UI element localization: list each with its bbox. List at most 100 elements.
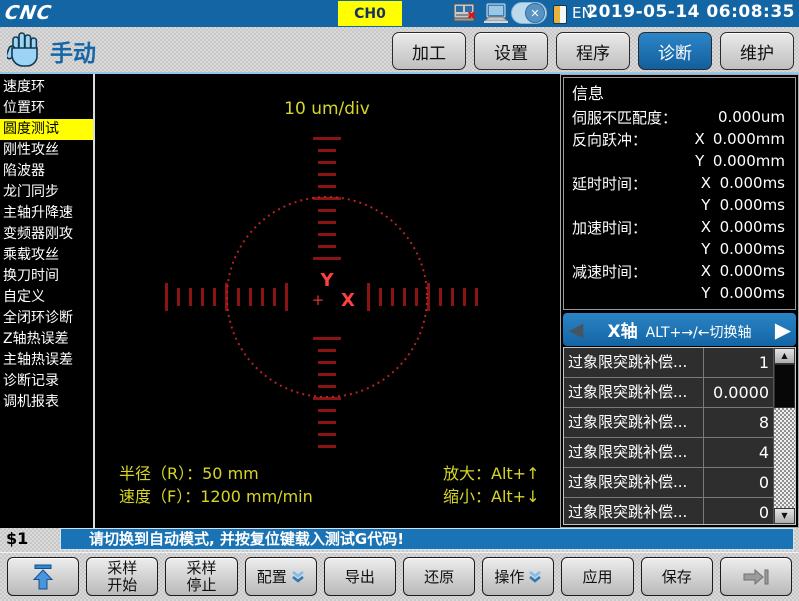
reference-circle: [227, 197, 427, 397]
scroll-down-icon: ▼: [781, 511, 787, 520]
sidebar-item-diagnosis-record[interactable]: 诊断记录: [0, 371, 93, 392]
plot-parameters: 半径（R）：50 mm 速度（F）：1200 mm/min: [119, 462, 313, 508]
info-row: 伺服不匹配度：0.000um: [572, 106, 787, 128]
status-message: 请切换到自动模式, 并按复位键载入测试G代码!: [60, 528, 794, 550]
mode-bar: 手动 加工 设置 程序 诊断 维护: [0, 27, 799, 74]
feedrate-readout: 速度（F）：1200 mm/min: [119, 485, 313, 508]
tab-program[interactable]: 程序: [556, 32, 630, 70]
sidebar-item-notch-filter[interactable]: 陷波器: [0, 161, 93, 182]
brand-logo: CNC: [3, 2, 54, 24]
param-rows: 过象限突跳补偿...1 过象限突跳补偿...0.0000 过象限突跳补偿...8…: [564, 348, 774, 524]
scroll-down-button[interactable]: ▼: [774, 508, 795, 524]
content-area: 速度环 位置环 圆度测试 刚性攻丝 陷波器 龙门同步 主轴升降速 变频器刚攻 乘…: [0, 74, 799, 528]
scale-per-div-label: 10 um/div: [284, 99, 370, 119]
roundness-test-plot: 10 um/div: [95, 74, 560, 528]
main-tabs: 加工 设置 程序 诊断 维护: [392, 32, 794, 70]
mode-label: 手动: [50, 34, 96, 68]
sidebar-item-z-thermal-error[interactable]: Z轴热误差: [0, 329, 93, 350]
chevron-down-icon: [291, 570, 305, 583]
tab-maintenance[interactable]: 维护: [720, 32, 794, 70]
sidebar-item-speed-loop[interactable]: 速度环: [0, 77, 93, 98]
sidebar-item-roundness-test[interactable]: 圆度测试: [0, 119, 93, 140]
sampling-stop-button[interactable]: 采样停止: [165, 557, 237, 596]
crosshair-plot-svg: 10 um/div: [95, 74, 560, 528]
info-row: 延时时间：X0.000ms: [572, 172, 787, 194]
tab-machining[interactable]: 加工: [392, 32, 466, 70]
table-row[interactable]: 过象限突跳补偿...4: [564, 438, 774, 468]
info-title: 信息: [572, 81, 787, 106]
manual-mode-hand-icon: [7, 31, 41, 73]
title-bar: CNC CH0 ✖ ✕ EN 2019-05-14 06: [0, 0, 799, 27]
sidebar-item-tuning-report[interactable]: 调机报表: [0, 392, 93, 413]
configure-button[interactable]: 配置: [245, 557, 317, 596]
axis-switch-hint: ALT+→/←切换轴: [646, 325, 752, 341]
left-arrow-icon: ◀: [569, 319, 584, 341]
sidebar-item-closed-loop-diag[interactable]: 全闭环诊断: [0, 308, 93, 329]
info-row: Y0.000ms: [572, 194, 787, 216]
close-icon: ✕: [525, 3, 545, 23]
axis-selector-label: X轴 ALT+→/←切换轴: [589, 317, 770, 342]
operation-button[interactable]: 操作: [482, 557, 554, 596]
info-row: Y0.000mm: [572, 150, 787, 172]
prev-axis-button[interactable]: ◀: [563, 319, 589, 341]
diagnosis-sidebar: 速度环 位置环 圆度测试 刚性攻丝 陷波器 龙门同步 主轴升降速 变频器刚攻 乘…: [0, 74, 95, 528]
scroll-up-icon: ▲: [781, 351, 787, 360]
apply-button[interactable]: 应用: [561, 557, 633, 596]
return-top-button[interactable]: [7, 557, 79, 596]
scroll-up-button[interactable]: ▲: [774, 348, 795, 364]
info-row: Y0.000ms: [572, 282, 787, 304]
disconnected-cross-icon: ✖: [467, 11, 476, 21]
cnc-hmi-screen: CNC CH0 ✖ ✕ EN 2019-05-14 06: [0, 0, 799, 601]
channel-label: $1: [6, 529, 28, 548]
info-panel: 信息 伺服不匹配度：0.000um 反向跃冲：X0.000mm Y0.000mm…: [560, 74, 799, 528]
sampling-start-button[interactable]: 采样开始: [86, 557, 158, 596]
scrollbar-thumb[interactable]: [774, 364, 795, 408]
y-axis-label: Y: [319, 270, 334, 291]
info-row: 减速时间：X0.000ms: [572, 260, 787, 282]
info-row: Y0.000ms: [572, 238, 787, 260]
next-axis-button[interactable]: ▶: [770, 318, 796, 342]
next-page-icon: [742, 568, 770, 586]
info-row: 加速时间：X0.000ms: [572, 216, 787, 238]
tab-diagnosis[interactable]: 诊断: [638, 32, 712, 70]
next-page-button[interactable]: [720, 557, 792, 596]
zoom-in-hint: 放大：Alt+↑: [443, 462, 539, 485]
sidebar-item-spindle-thermal-error[interactable]: 主轴热误差: [0, 350, 93, 371]
softkey-toolbar: 采样开始 采样停止 配置 导出 还原 操作 应用: [0, 552, 799, 601]
table-row[interactable]: 过象限突跳补偿...0.0000: [564, 378, 774, 408]
sidebar-item-load-tapping[interactable]: 乘载攻丝: [0, 245, 93, 266]
export-button[interactable]: 导出: [324, 557, 396, 596]
close-button[interactable]: ✕: [511, 2, 547, 24]
ime-indicator-icon: [553, 5, 567, 24]
info-row: 反向跃冲：X0.000mm: [572, 128, 787, 150]
table-scrollbar[interactable]: ▲ ▼: [773, 348, 795, 524]
right-arrow-icon: ▶: [775, 318, 791, 342]
table-row[interactable]: 过象限突跳补偿...1: [564, 348, 774, 378]
sidebar-item-gantry-sync[interactable]: 龙门同步: [0, 182, 93, 203]
restore-button[interactable]: 还原: [403, 557, 475, 596]
radius-readout: 半径（R）：50 mm: [119, 462, 313, 485]
sidebar-item-position-loop[interactable]: 位置环: [0, 98, 93, 119]
remote-monitor-icon: [482, 3, 510, 28]
table-row[interactable]: 过象限突跳补偿...0: [564, 498, 774, 525]
sidebar-item-rigid-tapping[interactable]: 刚性攻丝: [0, 140, 93, 161]
sidebar-item-custom[interactable]: 自定义: [0, 287, 93, 308]
tab-settings[interactable]: 设置: [474, 32, 548, 70]
table-row[interactable]: 过象限突跳补偿...8: [564, 408, 774, 438]
machine-status-icon: ✖: [453, 3, 477, 28]
zoom-out-hint: 缩小：Alt+↓: [443, 485, 539, 508]
center-mark: +: [312, 291, 325, 309]
sidebar-item-inverter-tapping[interactable]: 变频器刚攻: [0, 224, 93, 245]
sidebar-item-tool-change-time[interactable]: 换刀时间: [0, 266, 93, 287]
save-button[interactable]: 保存: [641, 557, 713, 596]
axis-selector-bar: ◀ X轴 ALT+→/←切换轴 ▶: [563, 313, 796, 346]
sidebar-item-spindle-accel[interactable]: 主轴升降速: [0, 203, 93, 224]
plot-zoom-hints: 放大：Alt+↑ 缩小：Alt+↓: [443, 462, 539, 508]
x-axis-label: X: [341, 290, 355, 311]
table-row[interactable]: 过象限突跳补偿...0: [564, 468, 774, 498]
current-axis: X轴: [607, 322, 637, 342]
channel-badge: CH0: [338, 1, 402, 26]
return-top-icon: [32, 563, 54, 591]
measurement-info-box: 信息 伺服不匹配度：0.000um 反向跃冲：X0.000mm Y0.000mm…: [563, 77, 796, 310]
status-bar: $1 请切换到自动模式, 并按复位键载入测试G代码!: [0, 528, 799, 552]
